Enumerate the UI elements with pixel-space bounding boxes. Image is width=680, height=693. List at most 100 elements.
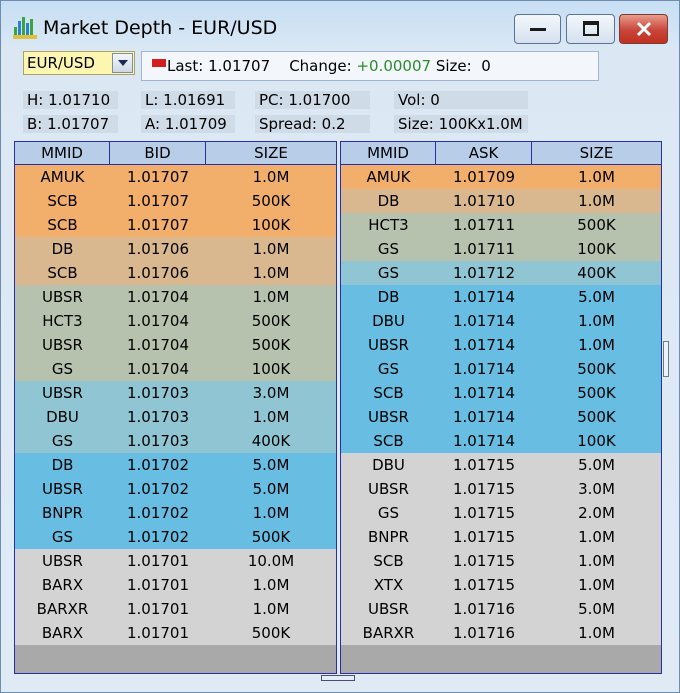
bid-row[interactable]: UBSR 1.01701 10.0M: [15, 549, 336, 573]
ask-col-size[interactable]: SIZE: [532, 142, 661, 164]
minimize-button[interactable]: [514, 14, 561, 44]
ask-cell-size: 5.0M: [578, 600, 615, 618]
bid-cell-price: 1.01703: [126, 384, 190, 402]
ask-cell-size: 1.0M: [578, 336, 615, 354]
market-depth-icon: [13, 17, 37, 39]
ask-cell-mmid: DB: [377, 288, 400, 306]
bid-row[interactable]: BARX 1.01701 500K: [15, 621, 336, 645]
last-value: 1.01707: [208, 57, 271, 75]
ask-row[interactable]: BNPR 1.01715 1.0M: [341, 525, 661, 549]
ask-cell-size: 500K: [577, 216, 616, 234]
ask-cell-price: 1.01711: [452, 240, 516, 258]
ask-row[interactable]: SCB 1.01714 100K: [341, 429, 661, 453]
bid-row[interactable]: DBU 1.01703 1.0M: [15, 405, 336, 429]
ask-col-ask[interactable]: ASK: [436, 142, 532, 164]
bid-table-body: AMUK 1.01707 1.0M SCB 1.01707 500K SCB 1.01707 1…: [15, 165, 336, 645]
bid-cell-size: 1.0M: [252, 600, 290, 618]
ask-row[interactable]: UBSR 1.01715 3.0M: [341, 477, 661, 501]
chevron-down-icon: [117, 60, 128, 66]
ask-row[interactable]: DBU 1.01715 5.0M: [341, 453, 661, 477]
stat-size: Size: 100Kx1.0M: [394, 115, 528, 133]
ask-row[interactable]: GS 1.01711 100K: [341, 237, 661, 261]
stat-spread: Spread: 0.2: [255, 115, 370, 133]
ask-cell-size: 500K: [577, 384, 616, 402]
bid-row[interactable]: DB 1.01702 5.0M: [15, 453, 336, 477]
ask-row[interactable]: UBSR 1.01714 500K: [341, 405, 661, 429]
bid-row[interactable]: BARX 1.01701 1.0M: [15, 573, 336, 597]
bid-cell-price: 1.01707: [126, 192, 190, 210]
change-label: Change:: [289, 57, 352, 75]
bid-row[interactable]: UBSR 1.01704 1.0M: [15, 285, 336, 309]
ask-row[interactable]: GS 1.01715 2.0M: [341, 501, 661, 525]
bid-row[interactable]: SCB 1.01706 1.0M: [15, 261, 336, 285]
bid-cell-price: 1.01702: [126, 456, 190, 474]
bid-col-size[interactable]: SIZE: [206, 142, 336, 164]
size-value: 0: [481, 57, 491, 75]
ask-row[interactable]: DB 1.01710 1.0M: [341, 189, 661, 213]
ask-row[interactable]: AMUK 1.01709 1.0M: [341, 165, 661, 189]
maximize-button[interactable]: [566, 14, 615, 44]
bid-cell-size: 100K: [251, 360, 291, 378]
ask-row[interactable]: HCT3 1.01711 500K: [341, 213, 661, 237]
currency-pair-dropdown[interactable]: EUR/USD: [23, 51, 135, 75]
close-button[interactable]: [619, 14, 668, 44]
close-icon: [636, 21, 651, 37]
bid-row[interactable]: BNPR 1.01702 1.0M: [15, 501, 336, 525]
dropdown-arrow-button[interactable]: [112, 53, 133, 73]
ask-table-body: AMUK 1.01709 1.0M DB 1.01710 1.0M HCT3 1.01711 5…: [341, 165, 661, 645]
ask-cell-price: 1.01714: [452, 384, 516, 402]
ask-cell-size: 1.0M: [578, 624, 615, 642]
bid-row[interactable]: AMUK 1.01707 1.0M: [15, 165, 336, 189]
bid-cell-size: 1.0M: [252, 168, 290, 186]
bid-row[interactable]: GS 1.01703 400K: [15, 429, 336, 453]
bid-row[interactable]: UBSR 1.01703 3.0M: [15, 381, 336, 405]
ask-row[interactable]: DBU 1.01714 1.0M: [341, 309, 661, 333]
bid-cell-size: 500K: [251, 336, 291, 354]
change-value: +0.00007: [356, 57, 432, 75]
ask-cell-size: 500K: [577, 408, 616, 426]
splitter-handle[interactable]: [321, 675, 355, 681]
ask-row[interactable]: UBSR 1.01714 1.0M: [341, 333, 661, 357]
ask-cell-size: 1.0M: [578, 576, 615, 594]
bid-row[interactable]: BARXR 1.01701 1.0M: [15, 597, 336, 621]
ask-col-mmid[interactable]: MMID: [341, 142, 436, 164]
ask-table: MMID ASK SIZE AMUK 1.01709 1.0M DB 1.01710 1.…: [340, 141, 662, 674]
ask-cell-size: 1.0M: [578, 528, 615, 546]
side-panel-grip[interactable]: [663, 341, 669, 377]
bid-row[interactable]: SCB 1.01707 500K: [15, 189, 336, 213]
ask-cell-size: 3.0M: [578, 480, 615, 498]
ask-cell-mmid: XTX: [373, 576, 404, 594]
ask-cell-mmid: BARXR: [362, 624, 415, 642]
ask-cell-mmid: SCB: [373, 432, 404, 450]
bid-col-mmid[interactable]: MMID: [15, 142, 110, 164]
bid-cell-price: 1.01703: [126, 432, 190, 450]
ask-row[interactable]: SCB 1.01714 500K: [341, 381, 661, 405]
ask-row[interactable]: GS 1.01714 500K: [341, 357, 661, 381]
ask-cell-mmid: BNPR: [368, 528, 409, 546]
bid-cell-price: 1.01707: [126, 216, 190, 234]
bid-row[interactable]: HCT3 1.01704 500K: [15, 309, 336, 333]
bid-row[interactable]: UBSR 1.01704 500K: [15, 333, 336, 357]
bid-row[interactable]: GS 1.01704 100K: [15, 357, 336, 381]
bid-row[interactable]: UBSR 1.01702 5.0M: [15, 477, 336, 501]
ask-cell-price: 1.01714: [452, 336, 516, 354]
bid-row[interactable]: SCB 1.01707 100K: [15, 213, 336, 237]
ask-row[interactable]: BARXR 1.01716 1.0M: [341, 621, 661, 645]
bid-cell-mmid: GS: [51, 432, 74, 450]
ask-cell-mmid: HCT3: [368, 216, 409, 234]
ask-cell-mmid: DBU: [372, 456, 405, 474]
ask-row[interactable]: DB 1.01714 5.0M: [341, 285, 661, 309]
ask-row[interactable]: GS 1.01712 400K: [341, 261, 661, 285]
ask-cell-price: 1.01712: [452, 264, 516, 282]
bid-row[interactable]: DB 1.01706 1.0M: [15, 237, 336, 261]
bid-row[interactable]: GS 1.01702 500K: [15, 525, 336, 549]
ask-row[interactable]: XTX 1.01715 1.0M: [341, 573, 661, 597]
ask-row[interactable]: UBSR 1.01716 5.0M: [341, 597, 661, 621]
bid-col-bid[interactable]: BID: [110, 142, 206, 164]
ask-cell-price: 1.01716: [452, 624, 516, 642]
title-bar[interactable]: Market Depth - EUR/USD: [1, 1, 679, 45]
bid-table-header: MMID BID SIZE: [15, 142, 336, 165]
bid-cell-size: 10.0M: [247, 552, 295, 570]
ask-cell-mmid: UBSR: [368, 408, 409, 426]
ask-row[interactable]: SCB 1.01715 1.0M: [341, 549, 661, 573]
